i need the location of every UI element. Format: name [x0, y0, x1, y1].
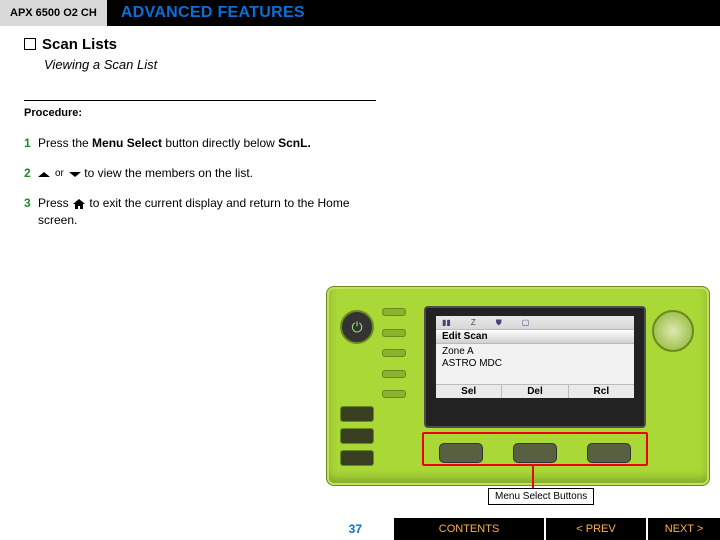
section-row: Scan Lists: [24, 36, 696, 53]
lcd-status-bar: ▮▮ Z ⛊ ▢: [436, 316, 634, 330]
chapter-title: ADVANCED FEATURES: [107, 4, 305, 22]
model-tab: APX 6500 O2 CH: [0, 0, 107, 26]
step-2: 2 or to view the members on the list.: [24, 165, 384, 181]
home-icon: [72, 198, 86, 210]
step-number: 2: [24, 165, 38, 181]
arrow-up-icon: [38, 172, 50, 177]
power-button: ⏻: [340, 310, 374, 344]
battery-icon: ▢: [522, 318, 530, 327]
softkey-label: Sel: [436, 385, 502, 398]
divider: [24, 100, 376, 101]
bold-text: Menu Select: [92, 136, 162, 150]
radio-device: ⏻ ▮▮ Z ⛊ ▢ Edit Scan Zone A ASTRO MDC Se…: [326, 286, 710, 486]
secure-icon: ⛊: [496, 318, 502, 328]
step-number: 1: [24, 135, 38, 151]
page-number: 37: [0, 522, 392, 536]
procedure-label: Procedure:: [24, 107, 696, 119]
next-button[interactable]: NEXT >: [648, 518, 720, 540]
text: Press the: [38, 136, 92, 150]
section-subtitle: Viewing a Scan List: [44, 57, 696, 72]
lcd-title: Edit Scan: [436, 330, 634, 344]
step-number: 3: [24, 195, 38, 227]
step-text: Press the Menu Select button directly be…: [38, 135, 311, 151]
bullet-icon: [24, 38, 36, 50]
left-buttons: [340, 406, 374, 472]
footer-nav: CONTENTS < PREV NEXT >: [392, 518, 720, 540]
section-title: Scan Lists: [42, 36, 117, 53]
step-text: Press to exit the current display and re…: [38, 195, 384, 227]
contents-button[interactable]: CONTENTS: [394, 518, 544, 540]
arrow-down-icon: [69, 172, 81, 177]
text: Press: [38, 196, 72, 210]
top-bar: APX 6500 O2 CH ADVANCED FEATURES: [0, 0, 720, 26]
volume-knob: [652, 310, 694, 352]
bold-text: ScnL.: [278, 136, 311, 150]
content-area: Scan Lists Viewing a Scan List Procedure…: [0, 26, 720, 228]
lcd-line: ASTRO MDC: [442, 358, 628, 370]
or-text: or: [55, 167, 64, 181]
step-text: or to view the members on the list.: [38, 165, 253, 181]
step-3: 3 Press to exit the current display and …: [24, 195, 384, 227]
text: button directly below: [162, 136, 278, 150]
softkey-label: Del: [502, 385, 568, 398]
up-down-icon: or: [38, 167, 81, 181]
prev-button[interactable]: < PREV: [546, 518, 646, 540]
softkey-label: Rcl: [569, 385, 634, 398]
steps-list: 1 Press the Menu Select button directly …: [24, 135, 384, 228]
text: to view the members on the list.: [84, 166, 253, 180]
lcd-softkeys: Sel Del Rcl: [436, 384, 634, 398]
lcd-line: Zone A: [442, 346, 628, 358]
speaker-grille: [382, 308, 406, 398]
scan-icon: Z: [471, 318, 476, 327]
footer: 37 CONTENTS < PREV NEXT >: [0, 518, 720, 540]
highlight-box: [422, 432, 648, 466]
callout-label: Menu Select Buttons: [488, 488, 594, 505]
signal-icon: ▮▮: [442, 318, 451, 327]
highlight-leader: [532, 466, 534, 488]
step-1: 1 Press the Menu Select button directly …: [24, 135, 384, 151]
radio-screen-bezel: ▮▮ Z ⛊ ▢ Edit Scan Zone A ASTRO MDC Sel …: [424, 306, 646, 428]
radio-lcd: ▮▮ Z ⛊ ▢ Edit Scan Zone A ASTRO MDC Sel …: [436, 316, 634, 398]
lcd-body: Zone A ASTRO MDC: [436, 344, 634, 384]
